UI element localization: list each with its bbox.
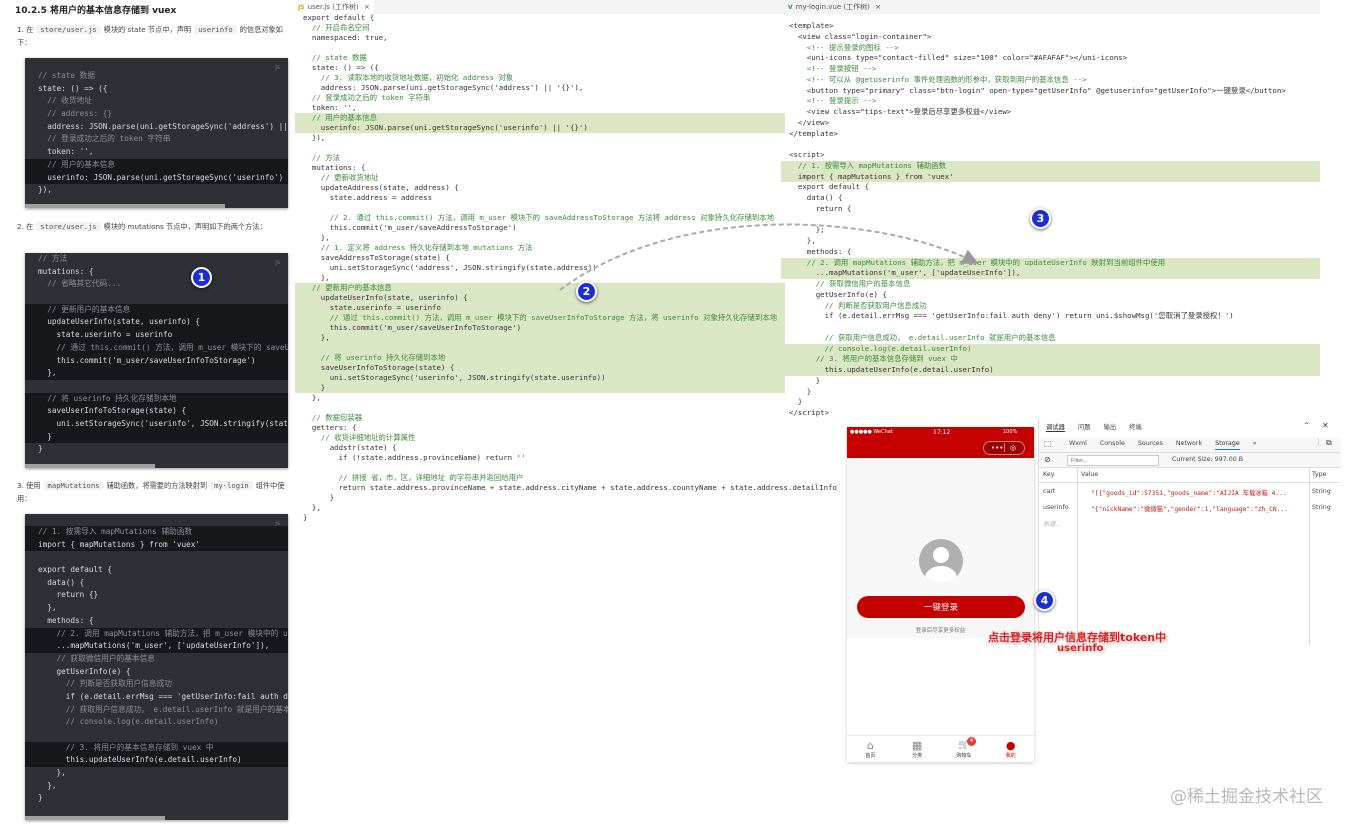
- cart-count-badge: 4: [966, 737, 976, 746]
- step-badge-2: 2: [576, 281, 597, 302]
- battery-text: 100%: [1003, 429, 1018, 435]
- tab-my[interactable]: ● 我的: [987, 736, 1034, 762]
- storage-row[interactable]: userinfo "{"nickName":"微微猫","gender":1,"…: [1039, 501, 1341, 517]
- undock-icon[interactable]: ⧉: [1326, 438, 1332, 448]
- watermark: @稀土掘金技术社区: [1170, 787, 1323, 807]
- current-size: Current Size: 997.00 B: [1172, 456, 1244, 463]
- row-type: String: [1312, 488, 1331, 495]
- one-click-login-button[interactable]: 一键登录: [857, 596, 1025, 618]
- row-value: "{"nickName":"微微猫","gender":1,"language"…: [1091, 506, 1289, 513]
- tab-label: 首页: [865, 753, 876, 759]
- annotation-text: userinfo: [1057, 643, 1104, 654]
- devtools-panel: 调试器 问题 输出 终端 ⌃ ✕ ⬚ Wxml Console Sources …: [1038, 418, 1341, 646]
- tab-debugger[interactable]: 调试器: [1046, 422, 1065, 432]
- navigation-bar: ●●●●● WeChat 17:12 100% ••• ◎: [847, 427, 1034, 458]
- tab-category[interactable]: ▦ 分类: [894, 736, 941, 762]
- storage-toolbar: ⊘ Current Size: 997.00 B: [1039, 453, 1341, 468]
- storage-row[interactable]: cart "[{"goods_id":57351,"goods_name":"A…: [1039, 485, 1341, 501]
- column-type[interactable]: Type: [1312, 471, 1326, 478]
- dashed-arrow: [559, 223, 979, 291]
- table-header: Key Value Type: [1039, 468, 1341, 483]
- carrier-text: ●●●●● WeChat: [850, 429, 893, 435]
- more-icon[interactable]: •••: [991, 442, 1003, 454]
- tab-bar: ⌂ 首页 ▦ 分类 🛒 4 购物车 ● 我的: [847, 735, 1034, 762]
- cart-icon: 🛒: [958, 740, 970, 750]
- tab-cart[interactable]: 🛒 4 购物车: [941, 736, 988, 762]
- filter-input[interactable]: [1067, 455, 1159, 466]
- close-icon[interactable]: ✕: [1322, 421, 1329, 430]
- user-icon: ●: [1005, 739, 1016, 752]
- status-time: 17:12: [933, 429, 951, 436]
- column-key[interactable]: Key: [1043, 471, 1054, 478]
- clear-icon[interactable]: ⊘: [1044, 455, 1051, 464]
- tab-storage[interactable]: Storage: [1215, 440, 1240, 450]
- capsule-menu[interactable]: ••• ◎: [983, 441, 1025, 455]
- inspect-icon[interactable]: ⬚: [1044, 439, 1052, 448]
- column-value[interactable]: Value: [1081, 471, 1098, 478]
- tab-home[interactable]: ⌂ 首页: [847, 736, 894, 762]
- devtools-panel-tabs: ⬚ Wxml Console Sources Network Storage »…: [1039, 437, 1341, 453]
- home-icon: ⌂: [866, 739, 874, 752]
- grid-icon: ▦: [911, 739, 923, 752]
- new-entry-placeholder[interactable]: 新建...: [1043, 519, 1062, 528]
- row-value: "[{"goods_id":57351,"goods_name":"AIJIA …: [1091, 490, 1287, 497]
- more-tabs-icon[interactable]: »: [1253, 440, 1257, 447]
- row-key: userinfo: [1043, 504, 1069, 511]
- login-container: 一键登录 登录后尽享更多权益: [847, 458, 1034, 638]
- divider: [1004, 443, 1005, 452]
- phone-simulator: ●●●●● WeChat 17:12 100% ••• ◎ 一键登录 登录后尽享…: [847, 427, 1034, 762]
- tab-label: 分类: [912, 753, 923, 759]
- tab-terminal[interactable]: 终端: [1129, 422, 1142, 431]
- tab-problems[interactable]: 问题: [1078, 422, 1091, 431]
- connector-arrow: [559, 223, 979, 291]
- kebab-menu-icon[interactable]: ⋮: [1315, 439, 1321, 446]
- tab-network[interactable]: Network: [1176, 440, 1202, 447]
- tab-output[interactable]: 输出: [1104, 422, 1117, 431]
- row-type: String: [1312, 504, 1331, 511]
- tab-console[interactable]: Console: [1100, 440, 1125, 447]
- tab-label: 我的: [1005, 753, 1016, 759]
- tab-label: 购物车: [956, 753, 972, 759]
- contact-filled-icon: [919, 539, 963, 583]
- tab-wxml[interactable]: Wxml: [1069, 440, 1087, 447]
- step-badge-3: 3: [1030, 208, 1051, 229]
- row-key: cart: [1043, 488, 1056, 495]
- close-capsule-icon[interactable]: ◎: [1010, 442, 1016, 454]
- tab-sources[interactable]: Sources: [1138, 440, 1163, 447]
- step-badge-4: 4: [1034, 590, 1055, 611]
- collapse-icon[interactable]: ⌃: [1303, 421, 1310, 430]
